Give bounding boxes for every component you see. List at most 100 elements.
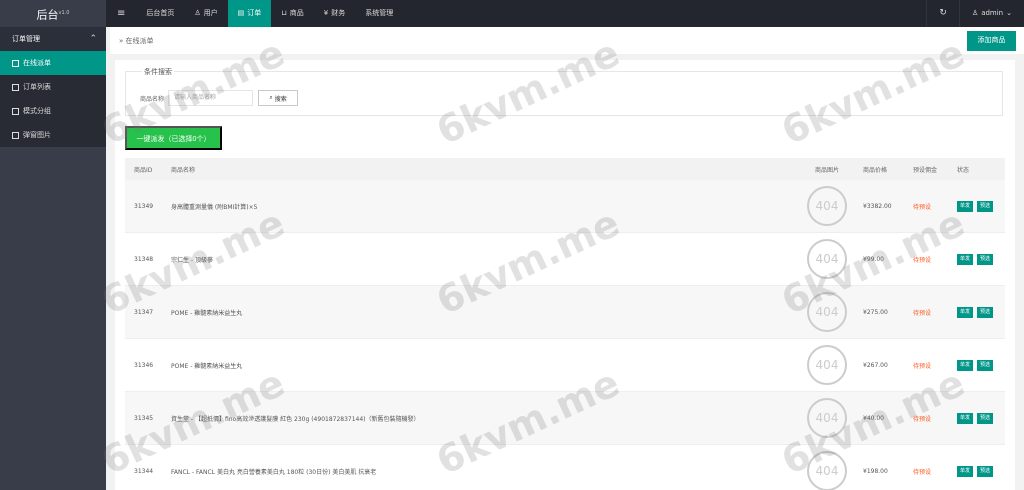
- broken-image-icon: 404: [807, 345, 847, 385]
- single-dispatch-button[interactable]: 单发: [957, 465, 974, 477]
- user-name: admin: [981, 9, 1004, 17]
- single-dispatch-button[interactable]: 单发: [957, 306, 974, 318]
- search-fieldset: 条件搜索 商品名称 请输入商品名称 ⌕ 搜索: [125, 67, 1003, 116]
- table-row: 31347 POME - 雞髓素納米益生丸 404 ¥275.00 待预设 单发…: [125, 286, 1005, 339]
- document-icon: ▤: [237, 9, 245, 17]
- top-nav: ≡ 后台首页 ♙ 用户 ▤ 订单 ⊔ 商品 ¥ 财务 系统管理: [106, 0, 403, 27]
- cell-id: 31349: [134, 202, 154, 210]
- nav-products-label: 商品: [289, 9, 304, 17]
- cell-price: ¥275.00: [863, 308, 888, 316]
- cell-price: ¥267.00: [863, 361, 888, 369]
- cell-name: POME - 雞髓素納米益生丸: [171, 309, 243, 317]
- cell-name: 身高體重測量儀 (附BMI計算)×5: [171, 203, 258, 211]
- cell-price: ¥40.00: [863, 414, 884, 422]
- cell-id: 31345: [134, 414, 154, 422]
- preselect-button[interactable]: 预选: [977, 359, 994, 371]
- cell-commission: 待预设: [913, 415, 932, 423]
- preselect-button[interactable]: 预选: [977, 200, 994, 212]
- nav-finance[interactable]: ¥ 财务: [314, 0, 355, 27]
- sidebar-group-orders[interactable]: 订单管理 ⌃: [0, 27, 106, 51]
- cell-price: ¥99.00: [863, 255, 884, 263]
- sidebar: 订单管理 ⌃ 在线派单 订单列表 模式分组 弹窗图片: [0, 27, 106, 490]
- sidebar-item-label: 模式分组: [23, 107, 51, 115]
- header-name: 商品名称: [171, 166, 196, 174]
- list-icon: [12, 83, 19, 91]
- single-dispatch-button[interactable]: 单发: [957, 253, 974, 265]
- cell-commission: 待预设: [913, 362, 932, 370]
- app-logo[interactable]: 后台v1.0: [0, 0, 106, 27]
- main-area: » 在线派单 添加商品 条件搜索 商品名称 请输入商品名称 ⌕ 搜索 一键派发（已…: [106, 27, 1024, 490]
- cell-id: 31344: [134, 467, 154, 475]
- cell-price: ¥3382.00: [863, 202, 892, 210]
- nav-products[interactable]: ⊔ 商品: [271, 0, 313, 27]
- refresh-icon[interactable]: ↻: [926, 0, 960, 27]
- table-row: 31345 資生堂 - 【超抵價】fino高效滲透護髮膜 紅色 230g (49…: [125, 392, 1005, 445]
- single-dispatch-button[interactable]: 单发: [957, 200, 974, 212]
- nav-home[interactable]: 后台首页: [136, 0, 184, 27]
- preselect-button[interactable]: 预选: [977, 465, 994, 477]
- cell-id: 31347: [134, 308, 154, 316]
- breadcrumb: » 在线派单: [119, 36, 154, 46]
- header-status: 状态: [957, 166, 970, 174]
- nav-users[interactable]: ♙ 用户: [184, 0, 227, 27]
- sidebar-item-label: 订单列表: [23, 83, 51, 91]
- sidebar-group-label: 订单管理: [12, 35, 40, 43]
- add-product-button[interactable]: 添加商品: [967, 31, 1016, 51]
- chevron-up-icon: ⌃: [89, 34, 97, 44]
- top-bar: 后台v1.0 ≡ 后台首页 ♙ 用户 ▤ 订单 ⊔ 商品 ¥ 财务 系统管理 ↻ ♙ ad…: [0, 0, 1024, 27]
- edit-icon: [12, 59, 19, 67]
- broken-image-icon: 404: [807, 292, 847, 332]
- batch-dispatch-button[interactable]: 一键派发（已选择0个）: [125, 126, 222, 150]
- nav-orders[interactable]: ▤ 订单: [227, 0, 272, 27]
- search-button[interactable]: ⌕ 搜索: [258, 90, 299, 106]
- sidebar-item-label: 在线派单: [23, 59, 51, 67]
- cell-actions: 单发 预选: [957, 359, 1005, 371]
- cell-price: ¥198.00: [863, 467, 888, 475]
- cell-image: 404: [791, 451, 863, 490]
- header-image: 商品图片: [814, 166, 839, 174]
- yen-icon: ¥: [323, 9, 329, 17]
- page-header: » 在线派单 添加商品: [110, 27, 1024, 54]
- table-row: 31348 宗仁生 - 頂級蔘 404 ¥99.00 待预设 单发 预选: [125, 233, 1005, 286]
- content-panel: 条件搜索 商品名称 请输入商品名称 ⌕ 搜索 一键派发（已选择0个） 商品ID 商…: [115, 60, 1015, 490]
- menu-toggle-icon[interactable]: ≡: [106, 0, 136, 27]
- cell-name: POME - 雞髓素納米益生丸: [171, 362, 243, 370]
- search-legend: 条件搜索: [142, 67, 174, 77]
- table-row: 31346 POME - 雞髓素納米益生丸 404 ¥267.00 待预设 单发…: [125, 339, 1005, 392]
- single-dispatch-button[interactable]: 单发: [957, 359, 974, 371]
- user-icon: ♙: [194, 9, 201, 17]
- preselect-button[interactable]: 预选: [977, 306, 994, 318]
- cell-actions: 单发 预选: [957, 253, 1005, 265]
- broken-image-icon: 404: [807, 398, 847, 438]
- cell-commission: 待预设: [913, 309, 932, 317]
- table-header: 商品ID 商品名称 商品图片 商品价格 预设佣金 状态: [125, 158, 1005, 180]
- sidebar-item-label: 弹窗图片: [23, 131, 51, 139]
- preselect-button[interactable]: 预选: [977, 253, 994, 265]
- table-row: 31349 身高體重測量儀 (附BMI計算)×5 404 ¥3382.00 待预…: [125, 180, 1005, 233]
- nav-system[interactable]: 系统管理: [355, 0, 403, 27]
- nav-system-label: 系统管理: [365, 9, 394, 17]
- sidebar-items: 在线派单 订单列表 模式分组 弹窗图片: [0, 51, 106, 147]
- nav-finance-label: 财务: [331, 9, 346, 17]
- app-title: 后台: [36, 8, 59, 22]
- user-icon: ♙: [971, 9, 979, 17]
- sidebar-item-mode-group[interactable]: 模式分组: [0, 99, 106, 123]
- header-commission: 预设佣金: [913, 166, 938, 174]
- search-input[interactable]: 请输入商品名称: [168, 90, 254, 106]
- sidebar-item-dispatch[interactable]: 在线派单: [0, 51, 106, 75]
- search-label: 商品名称: [140, 95, 165, 103]
- group-icon: [12, 107, 19, 115]
- cell-actions: 单发 预选: [957, 200, 1005, 212]
- broken-image-icon: 404: [807, 239, 847, 279]
- image-icon: [12, 131, 19, 139]
- user-menu[interactable]: ♙ admin ⌄: [960, 0, 1024, 27]
- header-price: 商品价格: [863, 166, 888, 174]
- cell-image: 404: [791, 292, 863, 332]
- sidebar-item-order-list[interactable]: 订单列表: [0, 75, 106, 99]
- sidebar-item-popup-image[interactable]: 弹窗图片: [0, 123, 106, 147]
- cell-commission: 待预设: [913, 203, 932, 211]
- nav-users-label: 用户: [203, 9, 218, 17]
- preselect-button[interactable]: 预选: [977, 412, 994, 424]
- single-dispatch-button[interactable]: 单发: [957, 412, 974, 424]
- broken-image-icon: 404: [807, 186, 847, 226]
